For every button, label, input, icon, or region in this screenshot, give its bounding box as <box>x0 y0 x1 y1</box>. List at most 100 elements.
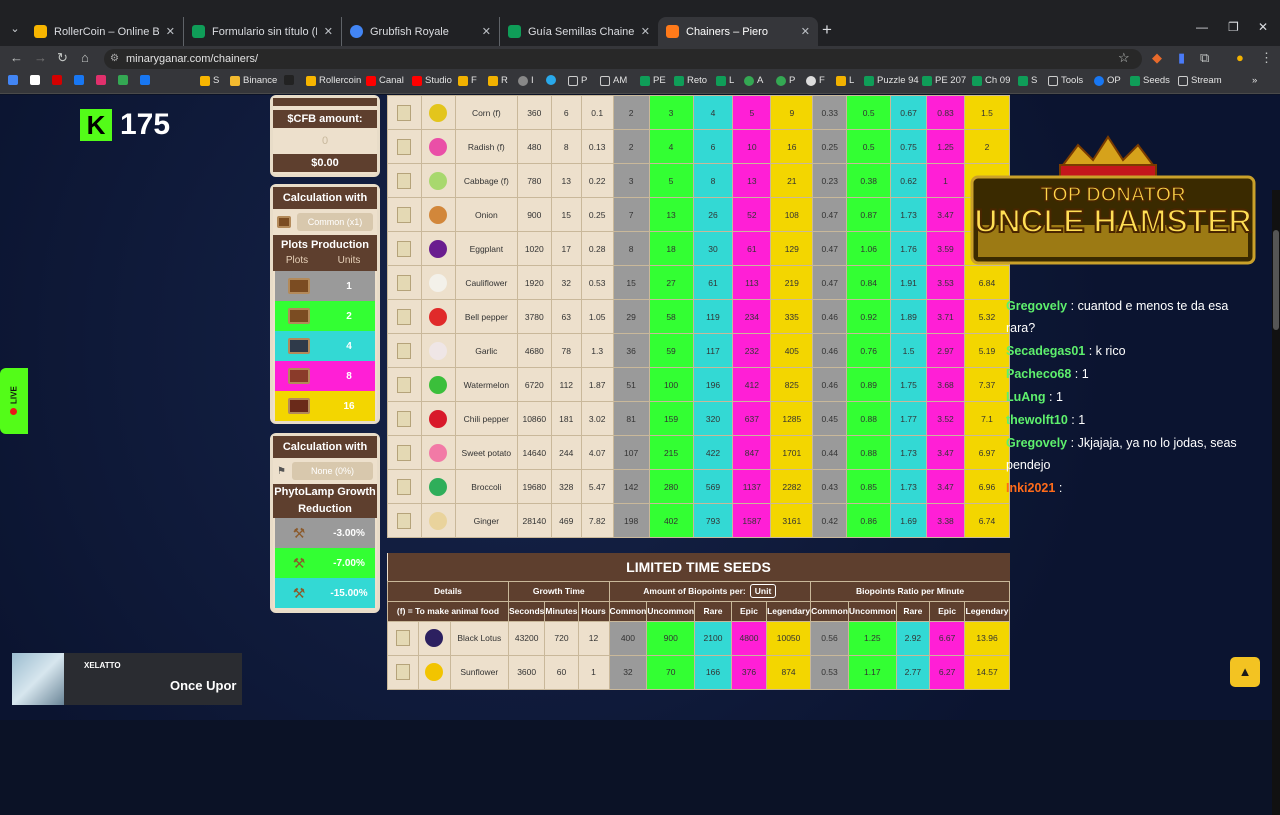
bookmark-item[interactable] <box>30 75 43 85</box>
cell-m: 60 <box>544 654 579 690</box>
cell-ru: 0.76 <box>846 333 892 368</box>
chat-separator: : <box>1067 413 1079 427</box>
seed-packet-cell <box>387 197 422 232</box>
lamp-reduction: -3.00% <box>333 527 365 539</box>
extensions-icon[interactable]: ⧉ <box>1200 50 1209 66</box>
extension-shield-icon[interactable]: ▮ <box>1178 50 1185 66</box>
tab-search-icon[interactable]: ⌄ <box>6 20 24 38</box>
close-tab-icon[interactable]: ✕ <box>324 25 333 38</box>
bookmark-item[interactable]: A <box>744 75 763 86</box>
cell-r: 793 <box>692 503 734 538</box>
lamp-type-select[interactable]: None (0%) <box>291 462 373 480</box>
bookmark-item[interactable]: Reto <box>674 75 707 86</box>
unit-button[interactable]: Unit <box>749 584 777 598</box>
bookmark-rollercoin[interactable]: Rollercoin <box>306 75 361 86</box>
crop-icon-cell <box>420 367 456 402</box>
cfb-amount-input[interactable]: 0 <box>273 128 377 154</box>
forward-icon[interactable]: → <box>34 50 47 65</box>
page-scrollbar[interactable] <box>1272 190 1280 815</box>
bookmark-item[interactable] <box>8 75 21 85</box>
cell-rr: 1.73 <box>890 469 928 504</box>
new-tab-icon[interactable]: + <box>822 20 832 40</box>
tab-formulario[interactable]: Formulario sin título (Respuest ✕ <box>184 17 342 46</box>
bookmark-pe207[interactable]: PE 207 <box>922 75 966 86</box>
scrollbar-thumb[interactable] <box>1273 230 1279 330</box>
bookmark-item[interactable]: F <box>806 75 825 86</box>
bookmark-puzzle[interactable]: Puzzle 94 <box>864 75 919 86</box>
cell-m: 78 <box>550 333 582 368</box>
bookmark-item[interactable]: R <box>488 75 508 86</box>
seed-packet-icon <box>397 342 412 359</box>
extension-fox-icon[interactable]: ◆ <box>1152 50 1162 66</box>
bookmark-item[interactable] <box>96 75 109 85</box>
close-tab-icon[interactable]: ✕ <box>801 25 810 38</box>
live-indicator[interactable]: LIVE <box>0 368 28 434</box>
cell-re: 1 <box>926 163 965 198</box>
close-tab-icon[interactable]: ✕ <box>482 25 491 38</box>
bookmark-item[interactable] <box>52 75 65 85</box>
restore-icon[interactable]: ❐ <box>1228 20 1239 34</box>
bookmark-tools[interactable]: Tools <box>1048 75 1083 86</box>
grubfish-favicon-icon <box>350 25 363 38</box>
minimize-icon[interactable]: — <box>1196 20 1208 34</box>
bookmark-item[interactable] <box>118 75 131 85</box>
bookmark-item[interactable] <box>284 75 297 85</box>
chat-username: Gregovely <box>1006 299 1068 313</box>
cell-h: 1.05 <box>580 299 614 334</box>
address-bar-row: ← → ↻ ⌂ ⚙ minaryganar.com/chainers/ ☆ ◆ … <box>0 46 1280 72</box>
bookmark-op[interactable]: OP <box>1094 75 1121 86</box>
tab-guia-semillas[interactable]: Guía Semillas Chainers by Piero ✕ <box>500 17 658 46</box>
url-field[interactable]: ⚙ minaryganar.com/chainers/ <box>104 49 1142 69</box>
tab-grubfish[interactable]: Grubfish Royale ✕ <box>342 17 500 46</box>
amount-header: Amount of Biopoints per: Unit <box>608 580 812 602</box>
cell-rl: 1.5 <box>963 95 1011 130</box>
bookmark-studio[interactable]: Studio <box>412 75 452 86</box>
bookmark-item[interactable] <box>546 75 559 85</box>
bookmark-item[interactable]: PE <box>640 75 666 86</box>
bookmark-item[interactable]: I <box>518 75 534 86</box>
bookmark-ch09[interactable]: Ch 09 <box>972 75 1010 86</box>
cell-l: 129 <box>770 231 814 266</box>
cell-s: 14640 <box>516 435 552 470</box>
subheader-5: Rare <box>694 600 732 622</box>
profile-icon[interactable]: ● <box>1236 50 1244 65</box>
bookmark-canal[interactable]: Canal <box>366 75 404 86</box>
close-tab-icon[interactable]: ✕ <box>641 25 650 38</box>
bookmark-folder[interactable]: AM <box>600 75 627 86</box>
seed-packet-cell <box>387 367 422 402</box>
bookmark-item[interactable] <box>140 75 153 85</box>
tab-rollercoin[interactable]: RollerCoin – Online Bitcoin Min ✕ <box>26 17 184 46</box>
close-tab-icon[interactable]: ✕ <box>166 25 175 38</box>
back-icon[interactable]: ← <box>10 50 23 65</box>
bookmark-stream[interactable]: Stream <box>1178 75 1222 86</box>
bookmark-folder[interactable]: P <box>568 75 587 86</box>
bookmark-item[interactable]: S <box>200 75 219 86</box>
plot-units: 16 <box>343 400 355 412</box>
cell-h: 12 <box>577 620 610 656</box>
bookmark-star-icon[interactable]: ☆ <box>1118 50 1130 66</box>
seed-packet-cell <box>387 503 422 538</box>
tab-chainers[interactable]: Chainers – Piero ✕ <box>658 17 818 46</box>
bookmark-item[interactable]: F <box>458 75 477 86</box>
bookmark-item[interactable]: P <box>776 75 795 86</box>
scroll-to-top-button[interactable]: ▲ <box>1230 657 1260 687</box>
home-icon[interactable]: ⌂ <box>81 50 89 65</box>
lamp-select-row: ⚑ None (0%) <box>273 458 377 484</box>
bookmarks-overflow-icon[interactable]: » <box>1252 75 1257 86</box>
bookmark-item[interactable]: L <box>716 75 734 86</box>
bookmark-seeds[interactable]: Seeds <box>1130 75 1170 86</box>
crop-icon <box>429 307 448 326</box>
site-info-icon[interactable]: ⚙ <box>110 49 119 69</box>
close-window-icon[interactable]: ✕ <box>1258 20 1268 34</box>
lamp-row-uncommon: ⚒ -7.00% <box>275 548 375 578</box>
bookmark-item[interactable]: L <box>836 75 854 86</box>
cell-rl: 5.32 <box>963 299 1011 334</box>
plot-type-select[interactable]: Common (x1) <box>297 213 373 231</box>
bookmark-binance[interactable]: Binance <box>230 75 277 86</box>
cell-ru: 0.89 <box>846 367 892 402</box>
bookmark-item[interactable]: S <box>1018 75 1037 86</box>
menu-icon[interactable]: ⋮ <box>1260 50 1273 66</box>
bookmark-item[interactable] <box>74 75 87 85</box>
reload-icon[interactable]: ↻ <box>57 50 68 66</box>
cell-s: 1920 <box>516 265 552 300</box>
